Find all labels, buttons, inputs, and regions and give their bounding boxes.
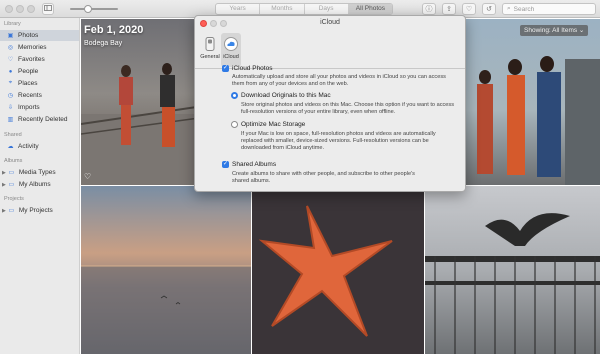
search-field[interactable]: ⌕ Search [502,3,596,15]
icloud-icon [224,37,238,51]
sidebar-icon [44,5,52,13]
sidebar-item-recently-deleted[interactable]: ▥ Recently Deleted [0,114,79,125]
photo-ocean-sunset[interactable] [81,186,251,354]
clock-icon: ◷ [7,93,14,99]
chevron-down-icon: ⌄ [578,27,585,34]
optimize-storage-label: Optimize Mac Storage [241,121,306,128]
download-originals-label: Download Originals to this Mac [241,92,331,99]
heart-icon: ♡ [465,6,473,13]
location-subtitle: Bodega Bay [84,40,123,47]
shared-header: Shared [4,132,22,138]
info-icon: ⓘ [425,6,433,13]
disclosure-triangle-icon[interactable]: ▶ [2,182,6,188]
icloud-photos-description: Automatically upload and store all your … [232,74,446,87]
sidebar-item-my-albums[interactable]: ▶ ▭ My Albums [0,179,79,190]
icloud-photos-checkbox[interactable]: ✓ [222,65,229,72]
info-button[interactable]: ⓘ [422,3,436,15]
tab-icloud[interactable]: iCloud [221,33,241,67]
zoom-window-button[interactable] [27,5,35,13]
share-icon: ⇪ [446,6,452,13]
sidebar: Library ▣ Photos ◎ Memories ♡ Favorites ● Pe… [0,18,80,354]
shared-albums-description: Create albums to share with other people… [232,171,415,184]
date-title: Feb 1, 2020 [84,24,144,36]
import-icon: ⇩ [7,105,14,111]
optimize-storage-description: If your Mac is low on space, full-resolu… [241,131,436,151]
disclosure-triangle-icon[interactable]: ▶ [2,208,6,214]
photo-starfish[interactable] [252,186,424,354]
segment-days[interactable]: Days [305,4,349,14]
map-pin-icon: ⌖ [8,80,13,86]
search-placeholder: Search [513,5,535,13]
share-button[interactable]: ⇪ [442,3,456,15]
minimize-window-button[interactable] [16,5,24,13]
close-window-button[interactable] [5,5,13,13]
zoom-slider-knob[interactable] [84,5,92,13]
trash-icon: ▥ [7,117,14,123]
shared-albums-checkbox[interactable]: ✓ [222,161,229,168]
folder-icon: ▭ [8,208,15,214]
segment-all-photos[interactable]: All Photos [348,4,392,14]
sidebar-toggle-button[interactable] [42,3,54,15]
dialog-title: iCloud [320,19,340,26]
download-originals-radio[interactable] [231,92,238,99]
folder-icon: ▭ [8,182,15,188]
photo-seagull-railing[interactable] [425,186,600,354]
general-switch-icon [203,37,217,51]
memories-icon: ◎ [7,45,14,51]
rotate-button[interactable]: ↺ [482,3,496,15]
dialog-close-button[interactable] [200,20,207,27]
sidebar-item-favorites[interactable]: ♡ Favorites [0,54,79,65]
rotate-icon: ↺ [486,6,492,13]
sidebar-item-places[interactable]: ⌖ Places [0,78,79,89]
sidebar-item-imports[interactable]: ⇩ Imports [0,102,79,113]
dialog-zoom-button[interactable] [220,20,227,27]
icloud-preferences-dialog: iCloud General iCloud ✓ iCloud Photos Au… [194,15,466,192]
showing-filter-button[interactable]: Showing: All Items ⌄ [520,25,589,36]
cloud-icon: ☁ [7,144,14,150]
sidebar-item-activity[interactable]: ☁ Activity [0,141,79,152]
projects-header: Projects [4,196,24,202]
download-originals-description: Store original photos and videos on this… [241,102,454,115]
people-icon: ● [8,68,13,75]
preferences-tab-bar: General iCloud [195,31,465,69]
search-icon: ⌕ [507,5,511,12]
favorite-button[interactable]: ♡ [462,3,476,15]
optimize-storage-radio[interactable] [231,121,238,128]
library-header: Library [4,21,21,27]
shared-albums-label: Shared Albums [232,161,277,168]
zoom-slider[interactable] [70,8,118,10]
segment-months[interactable]: Months [260,4,305,14]
sidebar-item-memories[interactable]: ◎ Memories [0,42,79,53]
albums-header: Albums [4,158,23,164]
disclosure-triangle-icon[interactable]: ▶ [2,170,6,176]
sidebar-item-my-projects[interactable]: ▶ ▭ My Projects [0,205,79,216]
heart-icon[interactable]: ♡ [84,172,91,181]
sidebar-item-photos[interactable]: ▣ Photos [0,30,79,41]
view-segmented-control: Years Months Days All Photos [215,3,393,15]
tab-general[interactable]: General [200,33,220,67]
photos-icon: ▣ [7,33,14,39]
sidebar-item-media-types[interactable]: ▶ ▭ Media Types [0,167,79,178]
folder-icon: ▭ [8,170,15,176]
sidebar-item-recents[interactable]: ◷ Recents [0,90,79,101]
dialog-minimize-button[interactable] [210,20,217,27]
icloud-photos-label: iCloud Photos [232,65,273,72]
sidebar-item-people[interactable]: ● People [0,66,79,77]
segment-years[interactable]: Years [216,4,261,14]
heart-icon: ♡ [7,57,14,63]
